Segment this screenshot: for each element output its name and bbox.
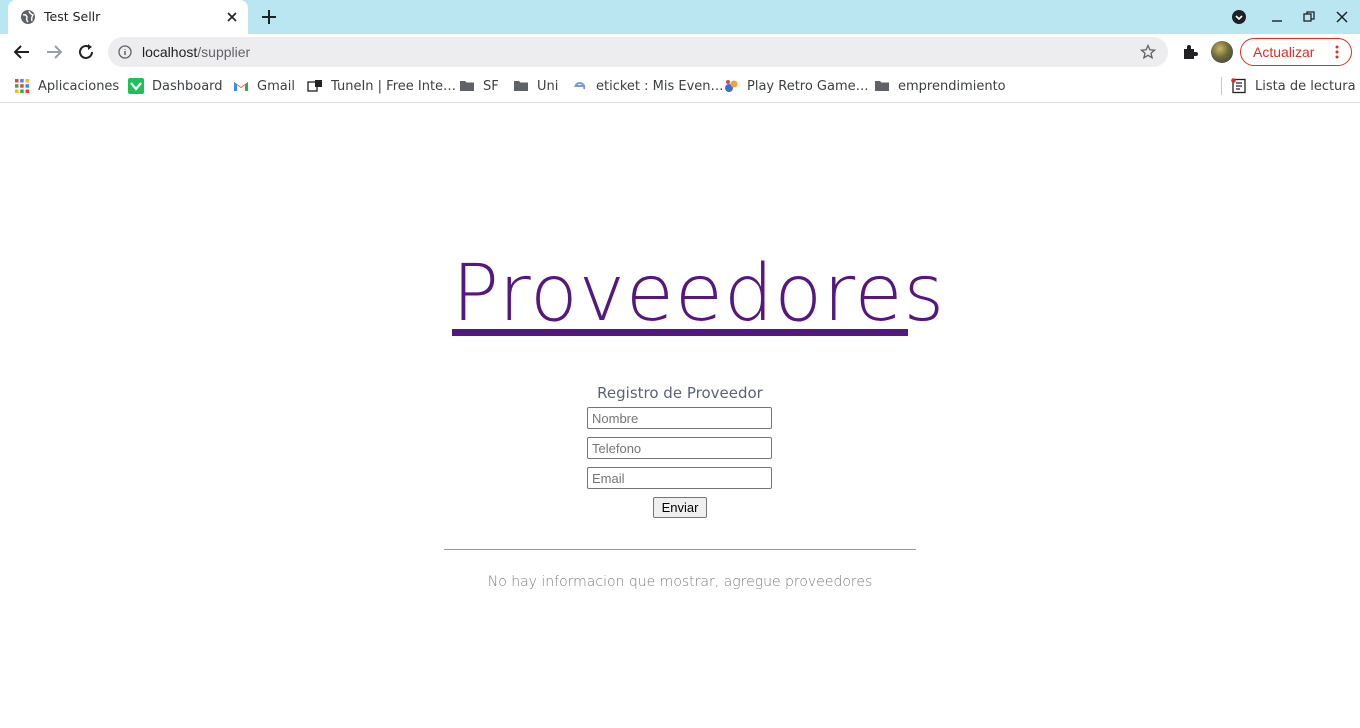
bookmark-apps[interactable]: Aplicaciones [14, 77, 119, 95]
bookmark-star-icon[interactable] [1140, 44, 1156, 60]
empty-state-message: No hay informacion que mostrar, agregue … [487, 574, 873, 590]
globe-icon [21, 10, 35, 24]
email-input[interactable] [587, 467, 772, 489]
bookmark-tunein[interactable]: TuneIn | Free Inte… [307, 77, 456, 95]
new-tab-icon[interactable] [260, 8, 278, 26]
bookmark-folder-emprendimiento[interactable]: emprendimiento [874, 77, 1006, 95]
submit-button[interactable]: Enviar [653, 497, 707, 518]
site-info-icon[interactable] [118, 45, 132, 59]
eticket-icon [574, 82, 586, 90]
menu-dots-icon[interactable] [1335, 45, 1339, 59]
back-arrow-icon[interactable] [12, 42, 32, 62]
bookmark-label: eticket : Mis Even… [596, 78, 724, 94]
reading-list-label: Lista de lectura [1255, 78, 1356, 94]
page-content: Proveedores Registro de Proveedor Enviar… [0, 104, 1360, 728]
url-path: /supplier [197, 44, 251, 60]
phone-input[interactable] [587, 437, 772, 459]
folder-icon [875, 81, 889, 91]
browser-toolbar: localhost/supplier Actualizar [0, 34, 1360, 70]
gmail-icon [234, 82, 248, 91]
tab-search-icon[interactable] [1231, 9, 1247, 25]
page-title: Proveedores [452, 249, 946, 339]
retro-game-icon [725, 80, 738, 92]
profile-avatar[interactable] [1211, 41, 1233, 63]
divider [444, 549, 916, 550]
bookmark-label: Gmail [257, 78, 295, 94]
close-window-icon[interactable] [1334, 9, 1350, 25]
name-input[interactable] [587, 407, 772, 429]
bookmark-label: Dashboard [152, 78, 223, 94]
extensions-puzzle-icon[interactable] [1181, 43, 1199, 61]
bookmark-label: emprendimiento [898, 78, 1006, 94]
bookmarks-separator [1221, 77, 1222, 95]
bookmark-folder-uni[interactable]: Uni [513, 77, 558, 95]
bookmark-folder-sf[interactable]: SF [459, 77, 499, 95]
reload-icon[interactable] [76, 42, 96, 62]
dashboard-favicon [128, 78, 144, 94]
url-host: localhost [142, 44, 198, 60]
bookmark-label: SF [483, 78, 499, 94]
address-bar[interactable]: localhost/supplier [108, 37, 1168, 67]
update-button-label: Actualizar [1253, 44, 1315, 60]
minimize-icon[interactable] [1269, 9, 1285, 25]
reading-list-button[interactable]: Lista de lectura [1231, 77, 1356, 95]
address-url[interactable]: localhost/supplier [142, 44, 250, 60]
bookmark-label: TuneIn | Free Inte… [331, 78, 457, 94]
folder-icon [460, 81, 474, 91]
restore-icon[interactable] [1301, 9, 1317, 25]
folder-icon [514, 81, 528, 91]
browser-tab[interactable]: Test Sellr [8, 0, 248, 34]
bookmark-eticket[interactable]: eticket : Mis Even… [572, 77, 724, 95]
forward-arrow-icon[interactable] [44, 42, 64, 62]
browser-tabstrip: Test Sellr [0, 0, 1360, 34]
apps-grid-icon [15, 79, 29, 93]
bookmark-gmail[interactable]: Gmail [233, 77, 295, 95]
close-tab-icon[interactable] [224, 9, 240, 25]
bookmarks-bar: Aplicaciones Dashboard Gmail TuneIn | Fr… [0, 70, 1360, 103]
reading-list-icon [1231, 78, 1246, 94]
title-underline [452, 329, 908, 336]
bookmark-label: Aplicaciones [38, 78, 120, 94]
bookmark-dashboard[interactable]: Dashboard [128, 77, 223, 95]
form-title: Registro de Proveedor [597, 384, 763, 402]
tunein-icon [307, 80, 322, 92]
bookmark-label: Play Retro Game… [747, 78, 869, 94]
update-chrome-button[interactable]: Actualizar [1240, 38, 1352, 66]
tab-title: Test Sellr [44, 9, 101, 24]
bookmark-label: Uni [537, 78, 559, 94]
bookmark-retro-games[interactable]: Play Retro Game… [723, 77, 869, 95]
